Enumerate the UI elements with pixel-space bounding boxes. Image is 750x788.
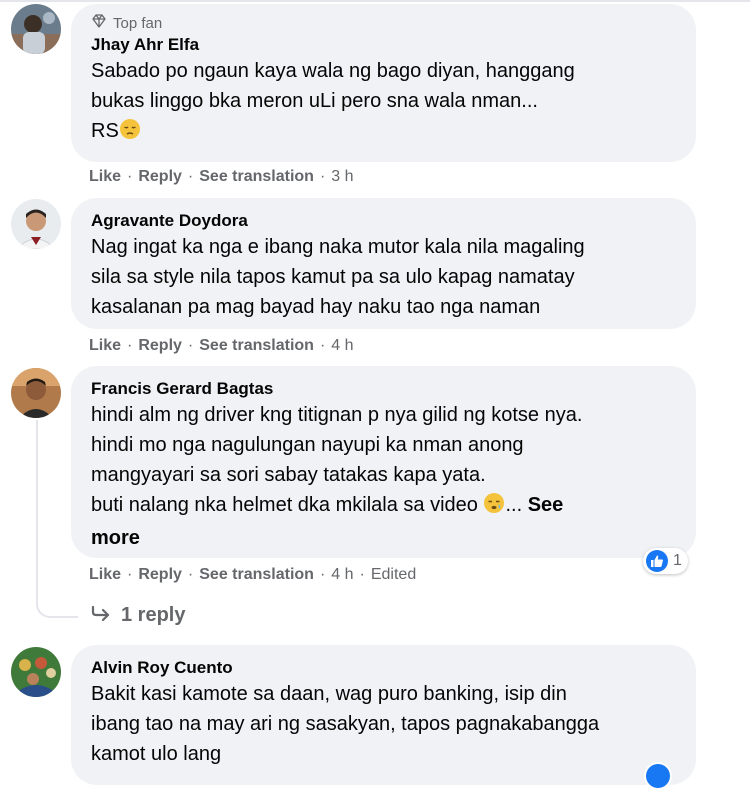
comment-author[interactable]: Agravante Doydora: [91, 210, 676, 232]
comment-bubble: Top fan Jhay Ahr Elfa Sabado po ngaun ka…: [71, 4, 696, 162]
edited-label: Edited: [370, 566, 417, 583]
see-translation-button[interactable]: See translation: [199, 168, 314, 186]
like-button[interactable]: Like: [89, 566, 121, 584]
comment-actions: Like · Reply · See translation · 4 h: [89, 337, 354, 355]
reply-button[interactable]: Reply: [138, 337, 182, 355]
like-button[interactable]: Like: [89, 168, 121, 186]
comment-text: hindi alm ng driver kng titignan p nya g…: [91, 400, 676, 553]
comment-actions: Like · Reply · See translation · 4 h · E…: [89, 566, 417, 584]
reaction-summary[interactable]: [646, 764, 670, 788]
comment-bubble: Francis Gerard Bagtas hindi alm ng drive…: [71, 366, 696, 558]
reply-button[interactable]: Reply: [138, 168, 182, 186]
comment-text: Bakit kasi kamote sa daan, wag puro bank…: [91, 683, 600, 765]
reply-button[interactable]: Reply: [138, 566, 182, 584]
avatar[interactable]: [11, 199, 61, 249]
view-replies-link[interactable]: 1 reply: [91, 601, 185, 629]
timestamp[interactable]: 3 h: [331, 168, 353, 186]
avatar[interactable]: [11, 4, 61, 54]
comment-author[interactable]: Jhay Ahr Elfa: [91, 34, 676, 56]
pensive-face-emoji: [119, 118, 141, 149]
comment-text: Nag ingat ka nga e ibang naka mutor kala…: [91, 236, 585, 318]
comment-text: Sabado po ngaun kaya wala ng bago diyan,…: [91, 56, 676, 149]
comment-bubble: Agravante Doydora Nag ingat ka nga e iba…: [71, 198, 696, 329]
see-translation-button[interactable]: See translation: [199, 337, 314, 355]
reaction-count: 1: [673, 552, 682, 569]
avatar[interactable]: [11, 368, 61, 418]
reaction-summary[interactable]: 1: [643, 548, 688, 574]
thread-connector: [36, 580, 78, 618]
comment-actions: Like · Reply · See translation · 3 h: [89, 168, 354, 186]
like-button[interactable]: Like: [89, 337, 121, 355]
diamond-icon: [91, 14, 107, 32]
top-fan-badge: Top fan: [91, 12, 676, 34]
reply-arrow-icon: [91, 604, 111, 627]
avatar[interactable]: [11, 647, 61, 697]
comment-author[interactable]: Alvin Roy Cuento: [91, 657, 676, 679]
thumbs-up-icon: [646, 550, 668, 572]
comment-bubble: Alvin Roy Cuento Bakit kasi kamote sa da…: [71, 645, 696, 785]
timestamp[interactable]: 4 h: [331, 337, 353, 355]
timestamp[interactable]: 4 h: [331, 566, 353, 584]
see-more-link[interactable]: more: [91, 523, 676, 553]
see-more-link[interactable]: See: [528, 494, 564, 516]
see-translation-button[interactable]: See translation: [199, 566, 314, 584]
thread-line: [36, 420, 38, 595]
sleepy-face-emoji: [483, 492, 505, 523]
comment-author[interactable]: Francis Gerard Bagtas: [91, 378, 676, 400]
top-divider: [0, 0, 750, 2]
